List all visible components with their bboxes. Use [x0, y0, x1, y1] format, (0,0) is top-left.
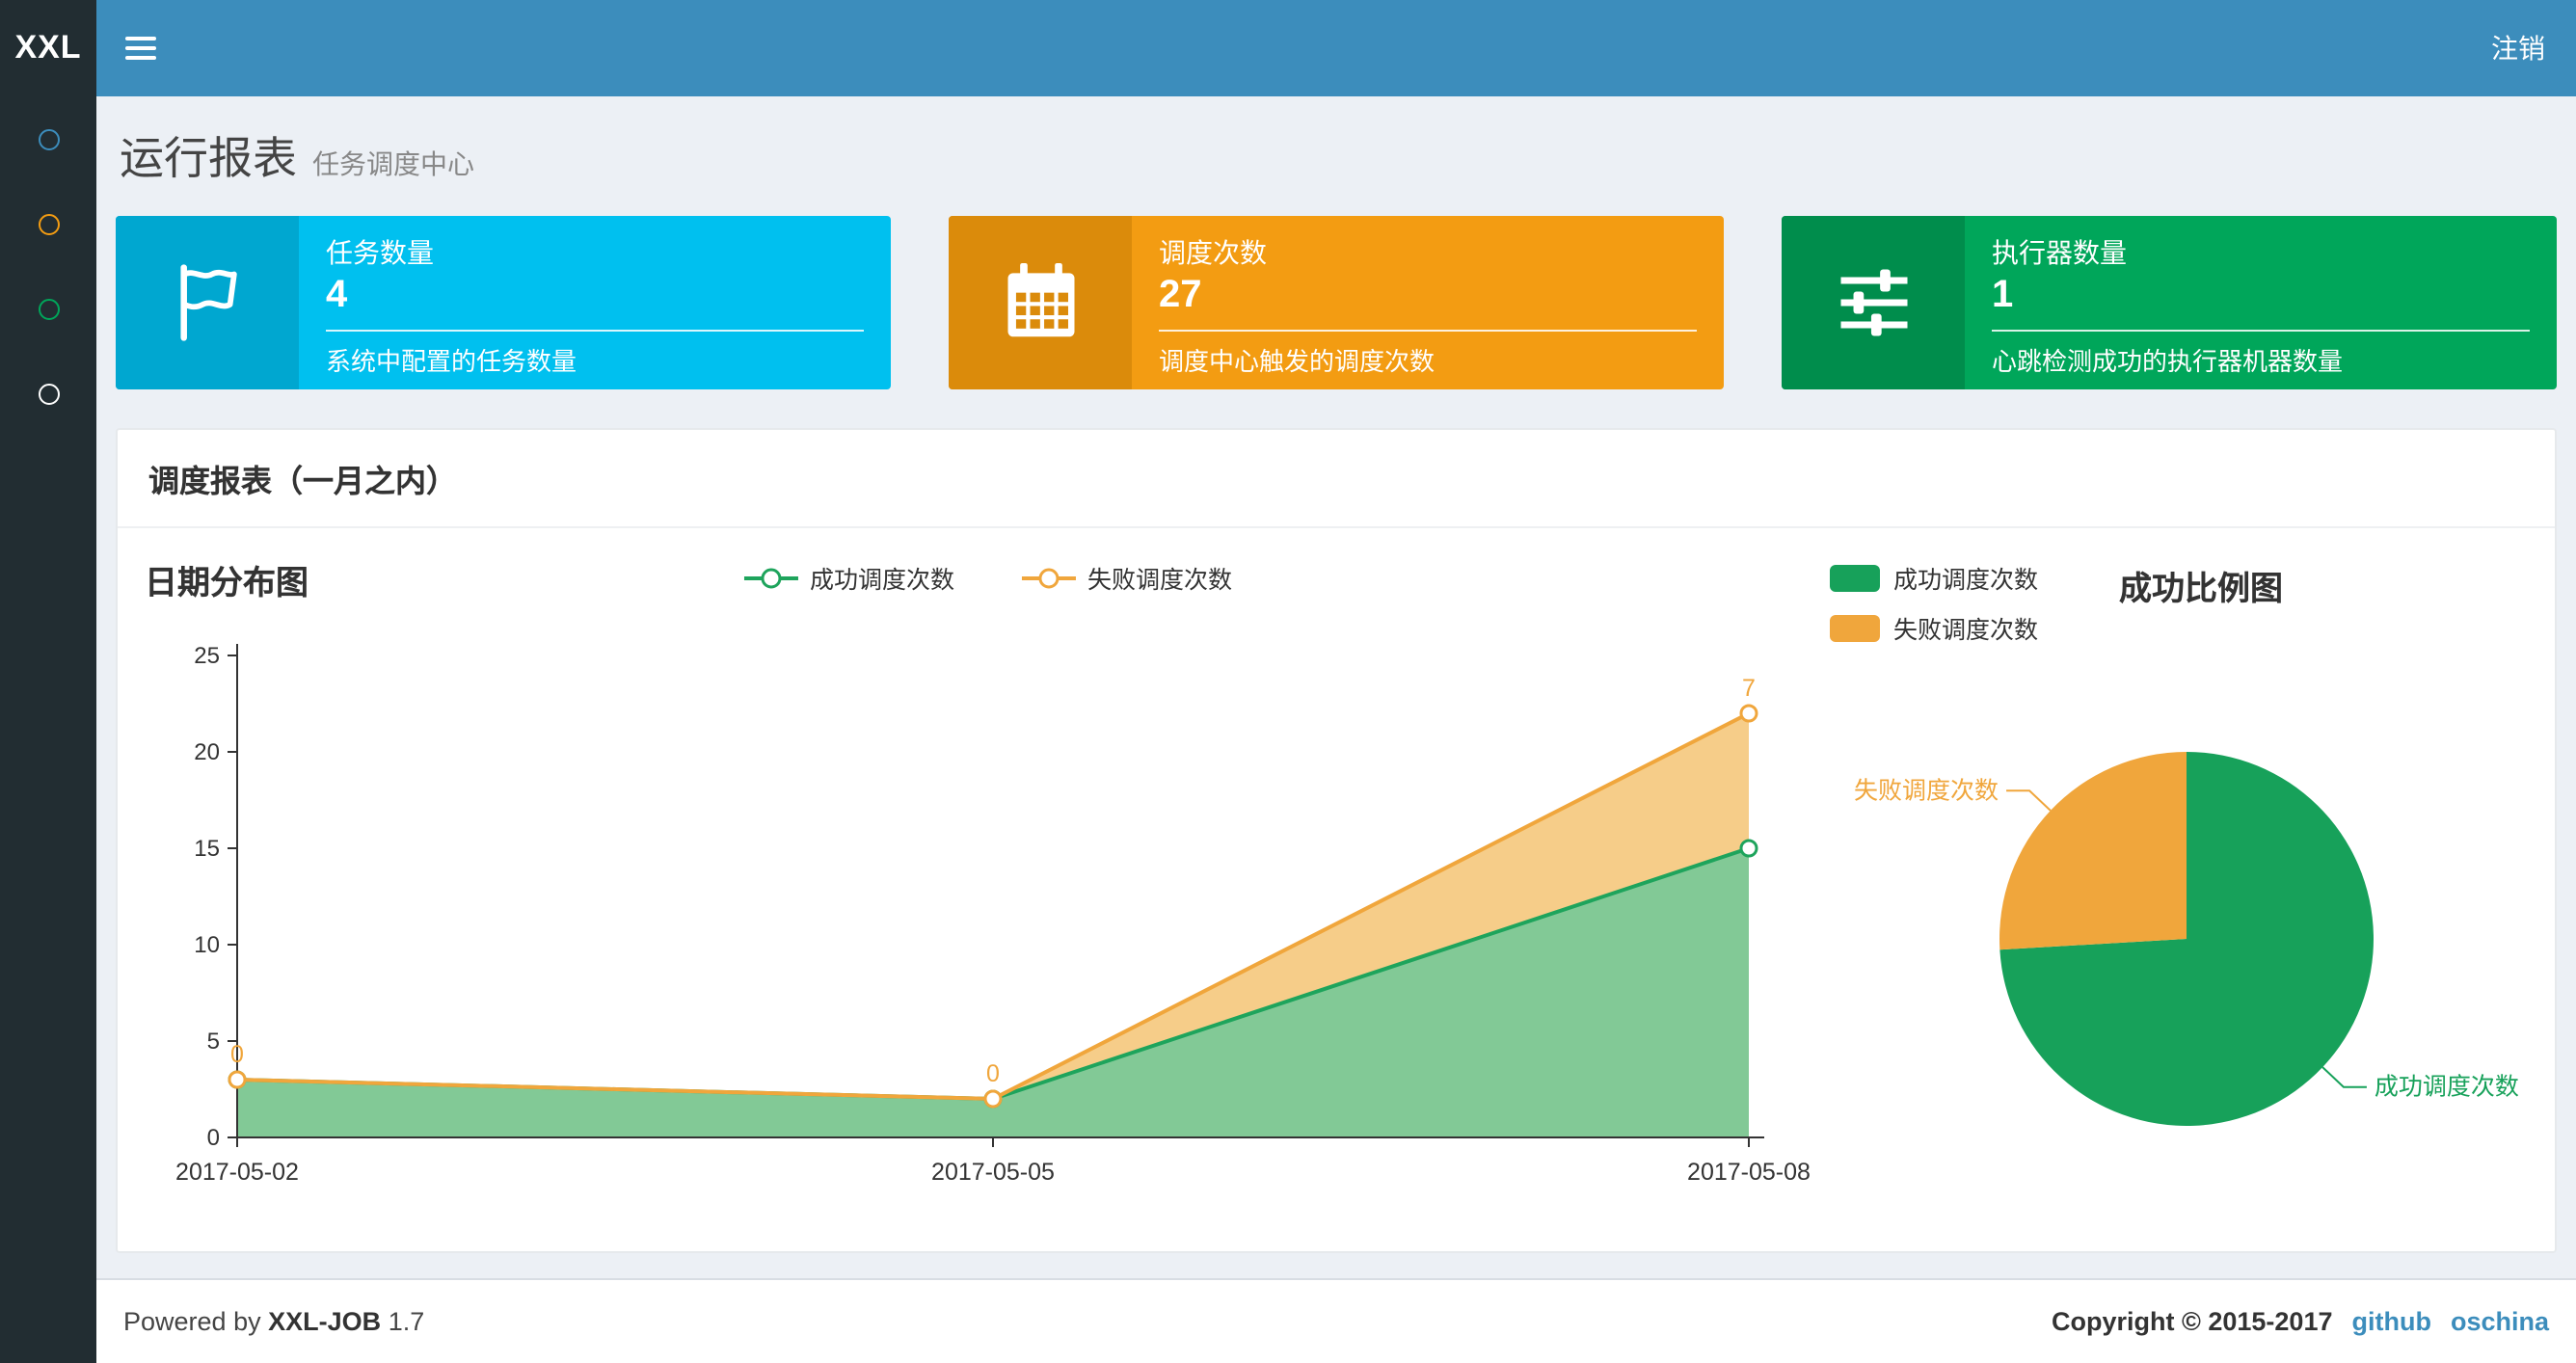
page-title: 运行报表 任务调度中心 [120, 133, 474, 183]
powered-by: Powered by XXL-JOB 1.7 [123, 1307, 425, 1336]
flag-icon [116, 216, 299, 389]
info-box-description: 调度中心触发的调度次数 [1159, 347, 1436, 376]
sliders-icon [1782, 216, 1965, 389]
circle-icon [38, 383, 59, 404]
page-footer: Powered by XXL-JOB 1.7 Copyright © 2015-… [96, 1278, 2576, 1363]
main-content: 运行报表 任务调度中心 任务数量 4 系统中配置的任务数量 调度次数 27 调度… [96, 96, 2576, 1278]
content-header: 运行报表 任务调度中心 [116, 96, 2557, 216]
divider [326, 330, 864, 332]
circle-icon [38, 298, 59, 319]
legend-swatch [1830, 614, 1880, 641]
navbar-bar: 注销 [96, 0, 2576, 96]
info-box-body: 调度次数 27 调度中心触发的调度次数 [1132, 216, 1724, 389]
sidebar-item-dashboard[interactable] [0, 96, 96, 181]
legend-item[interactable]: 成功调度次数 [1830, 559, 2038, 596]
sidebar-item-job-log[interactable] [0, 266, 96, 351]
line-chart-legend: 成功调度次数 失败调度次数 [742, 559, 1232, 596]
copyright-text: Copyright © 2015-2017 [2051, 1307, 2333, 1336]
info-box-trigger-count: 调度次数 27 调度中心触发的调度次数 [949, 216, 1724, 389]
info-box-title: 执行器数量 [1992, 237, 2127, 268]
divider [1992, 330, 2530, 332]
line-chart-header: 日期分布图 成功调度次数 失败调度次数 [145, 555, 1830, 621]
oschina-link[interactable]: oschina [2451, 1307, 2549, 1336]
point-label: 0 [986, 1060, 1000, 1087]
info-box-row: 任务数量 4 系统中配置的任务数量 调度次数 27 调度中心触发的调度次数 执行… [116, 216, 2557, 389]
product-name: XXL-JOB [268, 1307, 382, 1336]
logout-link[interactable]: 注销 [2460, 0, 2576, 96]
app-window: XXL 注销 运行报表 任务调度中心 任务数量 4 系统中配置的任务数量 调度次… [0, 0, 2576, 1363]
x-axis-label: 2017-05-08 [1687, 1159, 1811, 1186]
pie-chart-header: 成功调度次数 失败调度次数 成功比例图 [1830, 555, 2528, 646]
info-box-body: 任务数量 4 系统中配置的任务数量 [299, 216, 891, 389]
y-axis-label: 25 [194, 643, 220, 669]
product-version: 1.7 [388, 1307, 425, 1336]
report-panel-title: 调度报表（一月之内） [118, 430, 2555, 528]
info-box-value: 27 [1159, 274, 1202, 316]
pie-label: 成功调度次数 [2375, 1074, 2519, 1101]
失败调度次数-slice [1999, 752, 2187, 950]
point-label: 7 [1742, 675, 1756, 702]
hamburger-icon [124, 37, 155, 40]
divider [1159, 330, 1697, 332]
sidebar [0, 96, 96, 1363]
info-box-executor-count: 执行器数量 1 心跳检测成功的执行器机器数量 [1782, 216, 2557, 389]
info-box-description: 系统中配置的任务数量 [326, 347, 577, 376]
app-logo-text: XXL [14, 29, 82, 66]
page-subtitle: 任务调度中心 [312, 148, 474, 179]
calendar-icon [949, 216, 1132, 389]
info-box-task-count: 任务数量 4 系统中配置的任务数量 [116, 216, 891, 389]
legend-item[interactable]: 失败调度次数 [1830, 609, 2038, 646]
marker-icon [228, 1070, 247, 1089]
sidebar-item-executor-manage[interactable] [0, 351, 96, 436]
info-box-value: 4 [326, 274, 348, 316]
info-box-description: 心跳检测成功的执行器机器数量 [1992, 347, 2344, 376]
sidebar-item-job-manage[interactable] [0, 181, 96, 266]
footer-right: Copyright © 2015-2017 github oschina [2052, 1307, 2549, 1336]
date-distribution-chart: 日期分布图 成功调度次数 失败调度次数 0 5 10 15 20 25 2017-05-02 2… [145, 555, 1830, 1224]
x-axis-label: 2017-05-05 [931, 1159, 1055, 1186]
success-ratio-chart: 成功调度次数 失败调度次数 成功比例图 成功调度次数 失败调度次数 [1830, 555, 2528, 1224]
marker-icon [1739, 704, 1758, 723]
circle-icon [38, 213, 59, 234]
info-box-value: 1 [1992, 274, 2014, 316]
marker-icon [1739, 839, 1758, 858]
y-axis-label: 15 [194, 836, 220, 862]
github-link[interactable]: github [2352, 1307, 2431, 1336]
legend-swatch [1830, 564, 1880, 591]
y-axis-label: 20 [194, 739, 220, 765]
pie-chart-svg: 成功调度次数 失败调度次数 [1854, 752, 2519, 1126]
marker-icon [983, 1089, 1003, 1109]
pie-chart-title: 成功比例图 [2119, 571, 2284, 607]
circle-icon [38, 128, 59, 149]
info-box-title: 任务数量 [326, 237, 434, 268]
info-box-body: 执行器数量 1 心跳检测成功的执行器机器数量 [1965, 216, 2557, 389]
report-panel-body: 日期分布图 成功调度次数 失败调度次数 0 5 10 15 20 25 2017-05-02 2… [118, 528, 2555, 1251]
top-navbar: XXL 注销 [0, 0, 2576, 96]
y-axis-label: 10 [194, 932, 220, 958]
app-logo: XXL [0, 0, 96, 96]
legend-item[interactable]: 成功调度次数 [742, 559, 954, 596]
line-chart-svg: 05101520252017-05-02 2017-05-05 2017-05-08… [175, 643, 1811, 1186]
y-axis-label: 0 [207, 1125, 220, 1151]
legend-item[interactable]: 失败调度次数 [1020, 559, 1232, 596]
report-panel: 调度报表（一月之内） 日期分布图 成功调度次数 失败调度次数 0 5 10 15 20 25… [116, 428, 2557, 1253]
y-axis-label: 5 [207, 1029, 220, 1055]
sidebar-toggle-button[interactable] [96, 0, 183, 96]
info-box-title: 调度次数 [1159, 237, 1267, 268]
pie-chart-legend: 成功调度次数 失败调度次数 [1830, 559, 2038, 646]
pie-label: 失败调度次数 [1854, 777, 1999, 804]
point-label: 0 [230, 1041, 244, 1068]
x-axis-label: 2017-05-02 [175, 1159, 299, 1186]
